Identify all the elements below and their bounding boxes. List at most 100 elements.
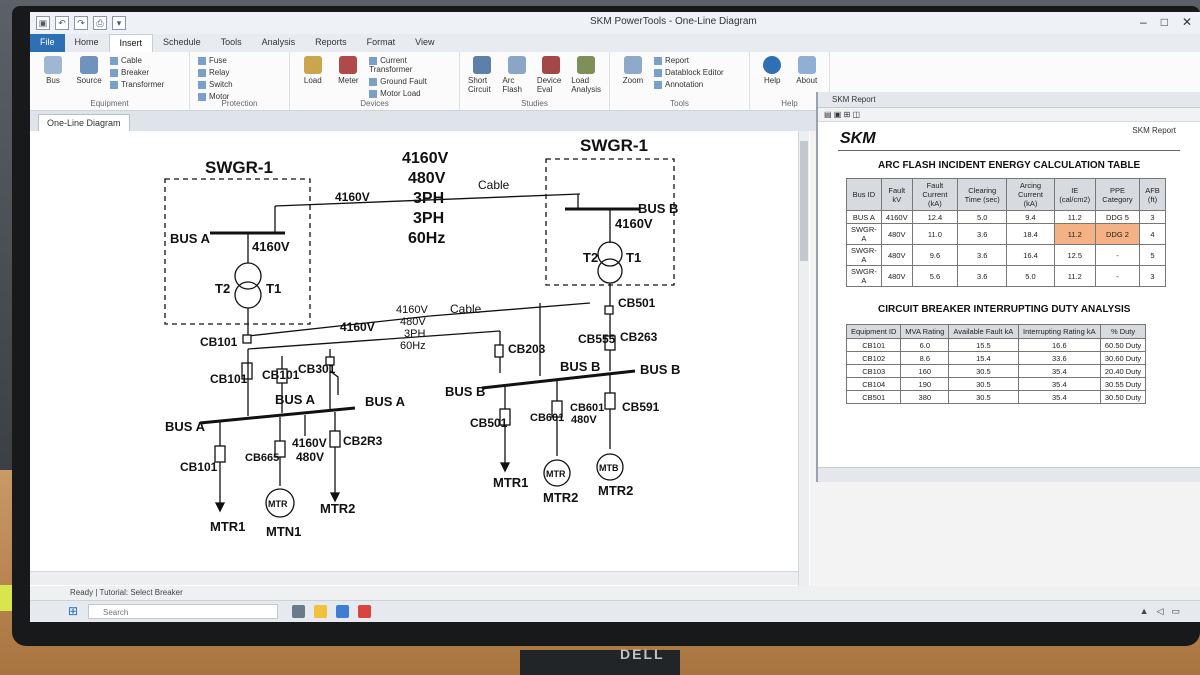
- right-480v-label: 480V: [571, 414, 597, 426]
- datablock-editor-button[interactable]: Datablock Editor: [654, 68, 724, 77]
- swgr-right-label: SWGR-1: [580, 136, 648, 155]
- table-row: SWGR-A 480V 5.6 3.6 5.0 11.2-3: [846, 265, 1166, 287]
- transformer-t1-winding2: [597, 258, 623, 284]
- volume-icon[interactable]: ◁: [1157, 606, 1164, 617]
- redo-icon[interactable]: ↷: [74, 16, 88, 30]
- cb101-top: [242, 334, 252, 344]
- skm-logo: SKM: [840, 130, 876, 147]
- notification-icon[interactable]: ▭: [1171, 606, 1180, 617]
- close-icon[interactable]: ✕: [1182, 15, 1192, 29]
- bus-a-right-label: BUS A: [365, 394, 406, 409]
- table-row: CB104 190 30.5 35.4 30.55 Duty: [845, 377, 1146, 391]
- mid-3ph-small: 3PH: [404, 328, 425, 340]
- ribbon-group-studies: Short Circuit Arc Flash Device Eval Load…: [460, 52, 610, 110]
- one-line-diagram[interactable]: SWGR-1 SWGR-1 4160V 480V 3PH 3PH 60Hz 41…: [30, 131, 798, 571]
- bus-b-top-voltage: 4160V: [615, 216, 653, 231]
- ground-fault-button[interactable]: Ground Fault: [369, 77, 451, 86]
- fuse-button[interactable]: Fuse: [198, 56, 233, 65]
- mid-480v-small: 480V: [400, 316, 426, 328]
- cable-button[interactable]: Cable: [110, 56, 164, 65]
- help-icon: [763, 56, 782, 74]
- undo-icon[interactable]: ↶: [55, 16, 69, 30]
- group-label-equipment: Equipment: [90, 99, 129, 108]
- report-toolbar: ▤ ▣ ⊞ ◫: [818, 108, 1200, 122]
- source-4160v: 4160V: [402, 150, 449, 167]
- col-header: AFB (ft): [1139, 178, 1166, 211]
- cb301-label: CB301: [298, 362, 336, 376]
- source-60hz: 60Hz: [408, 230, 445, 247]
- customize-icon[interactable]: ▾: [112, 16, 126, 30]
- diagram-canvas[interactable]: SWGR-1 SWGR-1 4160V 480V 3PH 3PH 60Hz 41…: [30, 131, 810, 586]
- header-divider: [838, 150, 1180, 151]
- bus-a-top-voltage: 4160V: [252, 239, 290, 254]
- ct-button[interactable]: Current Transformer: [369, 56, 451, 74]
- save-icon[interactable]: ▣: [36, 16, 50, 30]
- maximize-icon[interactable]: □: [1161, 15, 1168, 29]
- quick-access-toolbar: ▣ ↶ ↷ ⎙ ▾: [36, 16, 126, 30]
- cb600-label: CB601: [570, 402, 604, 414]
- cb591-label: CB591: [622, 400, 660, 414]
- network-icon[interactable]: ▲: [1140, 606, 1149, 617]
- bus-b-mid-label: BUS B: [560, 359, 600, 374]
- tab-reports[interactable]: Reports: [305, 34, 357, 52]
- status-bar: Ready | Tutorial: Select Breaker: [30, 586, 1200, 600]
- tab-view[interactable]: View: [405, 34, 444, 52]
- group-label-tools: Tools: [670, 99, 689, 108]
- horizontal-scrollbar[interactable]: [30, 571, 798, 585]
- table-row: CB501 380 30.5 35.4 30.50 Duty: [845, 390, 1146, 404]
- tab-schedule[interactable]: Schedule: [153, 34, 211, 52]
- scroll-thumb[interactable]: [800, 141, 808, 261]
- ribbon-tabs: File Home Insert Schedule Tools Analysis…: [30, 34, 1200, 52]
- col-header: MVA Rating: [900, 324, 950, 339]
- zoom-icon: [624, 56, 642, 74]
- cb203-label: CB203: [508, 342, 546, 356]
- vertical-scrollbar[interactable]: [798, 131, 809, 586]
- task-view-icon[interactable]: [292, 605, 305, 618]
- left-4160v-label: 4160V: [335, 190, 370, 204]
- short-circuit-icon: [473, 56, 492, 74]
- relay-button[interactable]: Relay: [198, 68, 233, 77]
- document-tab[interactable]: One-Line Diagram: [38, 114, 130, 132]
- bus-b-top-label: BUS B: [638, 201, 678, 216]
- group-label-protection: Protection: [221, 99, 258, 108]
- file-explorer-icon[interactable]: [314, 605, 327, 618]
- col-header: Interrupting Rating kA: [1017, 324, 1102, 339]
- bus-a-mid-label: BUS A: [275, 392, 316, 407]
- window-title: SKM PowerTools - One-Line Diagram: [590, 16, 757, 27]
- table-row: CB103 160 30.5 35.4 20.40 Duty: [845, 364, 1146, 378]
- device-eval-icon: [542, 56, 561, 74]
- annotation-button[interactable]: Annotation: [654, 80, 724, 89]
- transformer-button[interactable]: Transformer: [110, 80, 164, 89]
- table-row: CB101 6.0 15.5 16.6 60.50 Duty: [845, 338, 1146, 352]
- tab-home[interactable]: Home: [65, 34, 109, 52]
- tab-format[interactable]: Format: [357, 34, 406, 52]
- col-header: Arcing Current (kA): [1006, 178, 1055, 211]
- cb555-label: CB555: [578, 332, 616, 346]
- print-icon[interactable]: ⎙: [93, 16, 107, 30]
- minimize-icon[interactable]: –: [1140, 15, 1147, 29]
- taskbar-apps: [292, 605, 371, 618]
- load-analysis-icon: [577, 56, 596, 74]
- ribbon-group-protection: Fuse Relay Switch Motor Protection: [190, 52, 290, 110]
- switch-button[interactable]: Switch: [198, 80, 233, 89]
- t1-left-label: T1: [266, 281, 281, 296]
- skm-app-icon[interactable]: [358, 605, 371, 618]
- tab-file[interactable]: File: [30, 34, 65, 52]
- windows-start-icon[interactable]: ⊞: [68, 605, 80, 617]
- tab-tools[interactable]: Tools: [211, 34, 252, 52]
- tab-analysis[interactable]: Analysis: [252, 34, 306, 52]
- edge-icon[interactable]: [336, 605, 349, 618]
- arc-flash-icon: [507, 56, 526, 74]
- report-pane: SKM Report ▤ ▣ ⊞ ◫ SKM SKM Report ARC FL…: [816, 92, 1200, 482]
- taskbar-search-input[interactable]: Search: [88, 604, 278, 619]
- ribbon-group-devices: Load Meter Current Transformer Ground Fa…: [290, 52, 460, 110]
- breaker-button[interactable]: Breaker: [110, 68, 164, 77]
- mtr2-left-label: MTR2: [320, 501, 355, 516]
- report-button[interactable]: Report: [654, 56, 724, 65]
- cb263-label: CB263: [620, 330, 658, 344]
- tab-insert[interactable]: Insert: [108, 34, 154, 52]
- table-row: CB102 8.6 15.4 33.6 30.60 Duty: [845, 351, 1146, 365]
- cb501-top-label: CB501: [618, 296, 656, 310]
- cb101-label: CB101: [200, 335, 238, 349]
- motor-load-button[interactable]: Motor Load: [369, 89, 451, 98]
